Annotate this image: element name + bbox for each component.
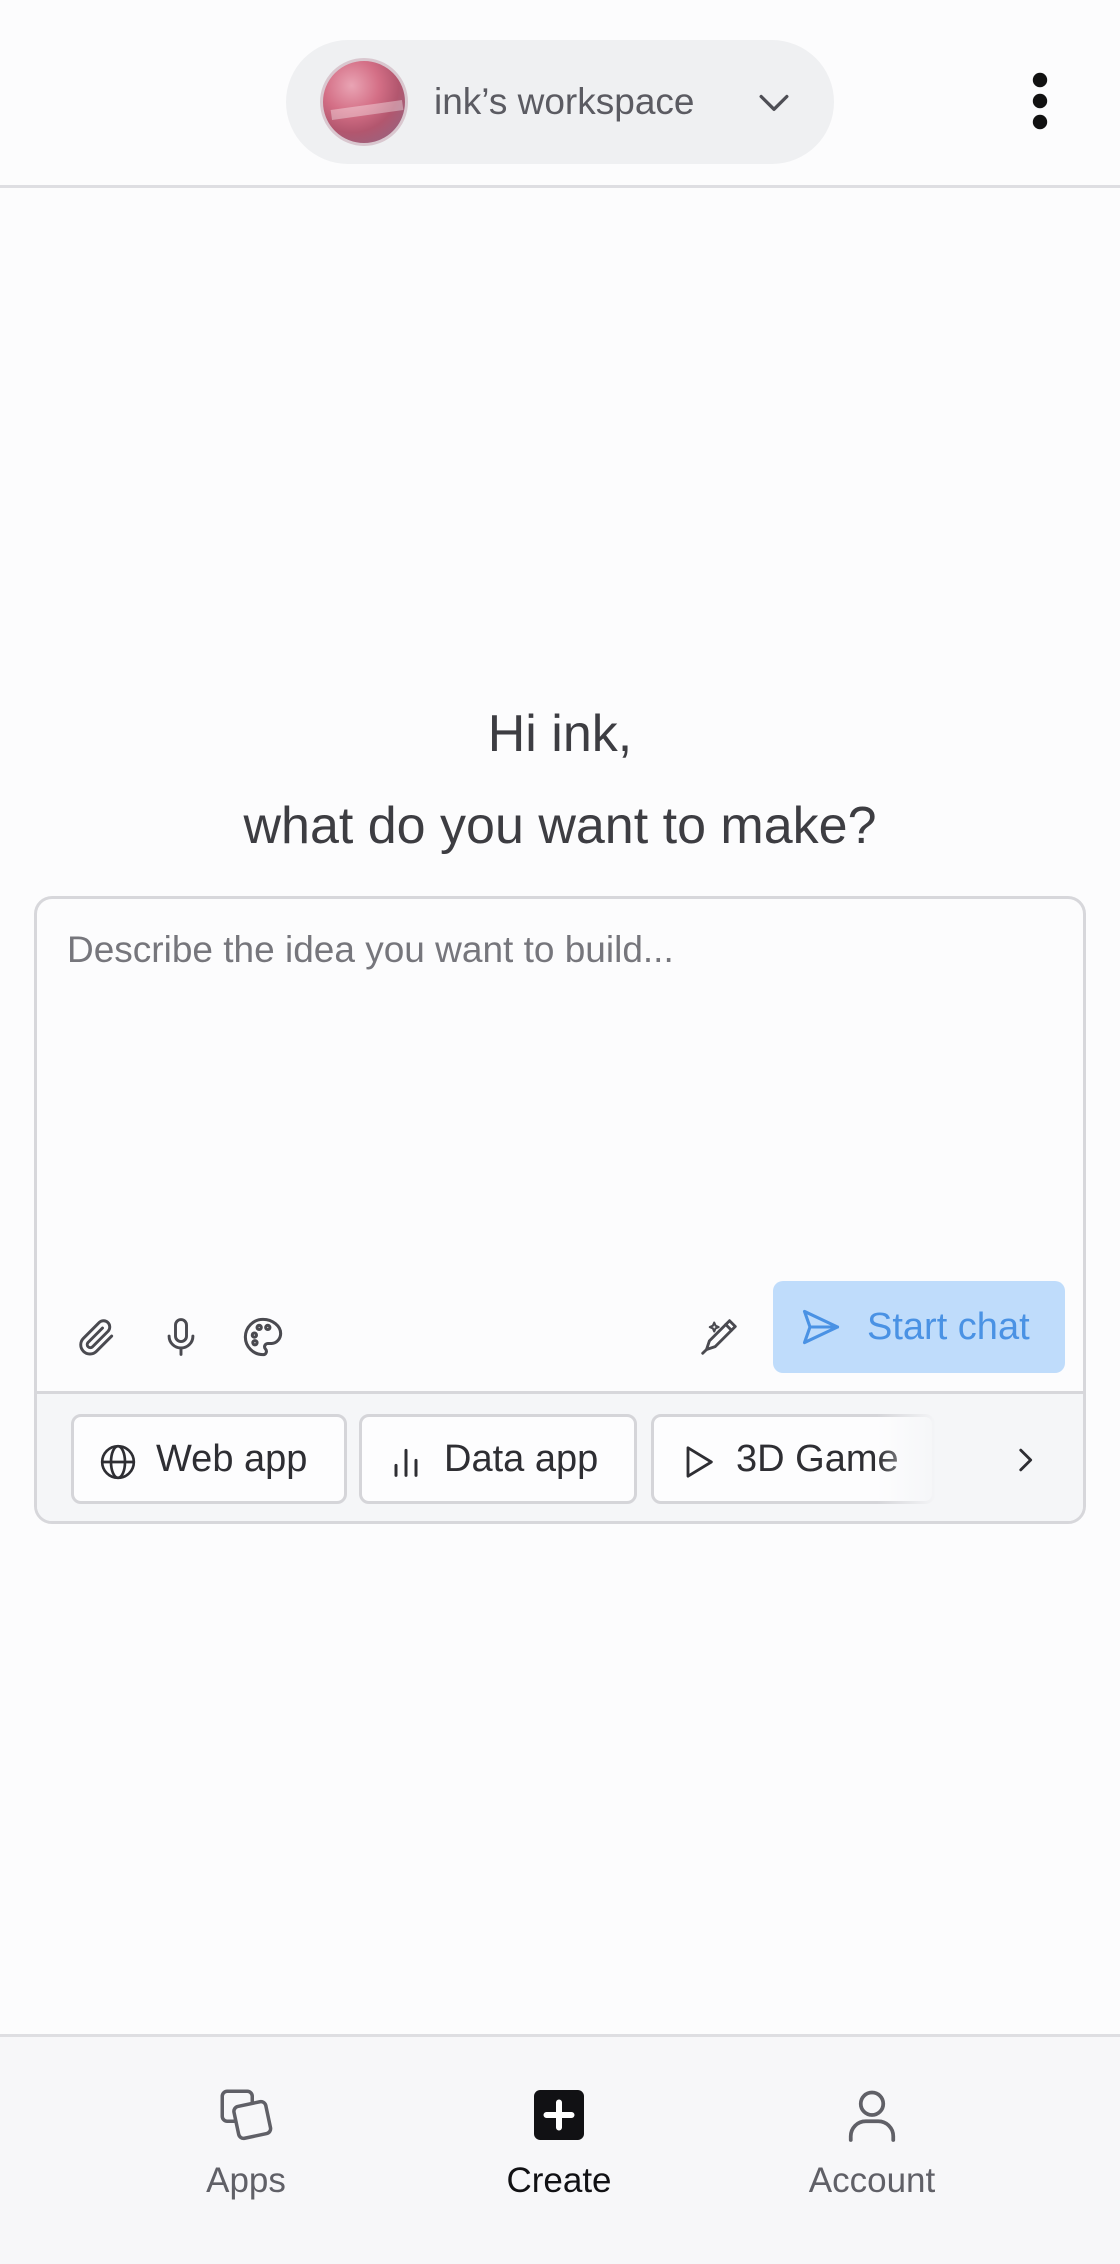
workspace-name: ink’s workspace <box>434 81 695 122</box>
nav-label-create: Create <box>506 2161 612 2200</box>
template-chip-bar: Web app Data app 3D Game <box>37 1391 1083 1521</box>
user-icon <box>848 2090 896 2142</box>
top-header: ink’s workspace <box>0 0 1120 188</box>
start-chat-button[interactable]: Start chat <box>773 1281 1065 1373</box>
paperclip-icon[interactable] <box>69 1309 125 1365</box>
kebab-menu-icon[interactable] <box>1020 70 1060 132</box>
nav-label-account: Account <box>808 2161 936 2200</box>
magic-pen-icon[interactable] <box>691 1309 747 1365</box>
chip-data-app[interactable]: Data app <box>359 1414 637 1504</box>
idea-input[interactable] <box>67 929 1047 1309</box>
microphone-icon[interactable] <box>153 1309 209 1365</box>
bottom-navigation: Apps Create Account <box>0 2034 1120 2264</box>
palette-icon[interactable] <box>235 1309 291 1365</box>
chip-web-app[interactable]: Web app <box>71 1414 347 1504</box>
plus-square-icon <box>534 2090 584 2140</box>
nav-create[interactable]: Create <box>409 2037 709 2237</box>
chip-label: 3D Game <box>736 1438 899 1480</box>
workspace-switcher[interactable]: ink’s workspace <box>286 40 834 164</box>
prompt-composer: Start chat Web app Data app 3D Game <box>34 896 1086 1524</box>
nav-account[interactable]: Account <box>722 2037 1022 2237</box>
chip-scroll-fade <box>877 1414 937 1506</box>
play-icon <box>686 1446 713 1478</box>
start-chat-label: Start chat <box>867 1306 1030 1348</box>
greeting-line-1: Hi ink, <box>487 705 633 763</box>
bar-chart-icon <box>394 1448 418 1477</box>
greeting-line-2: what do you want to make? <box>243 797 877 855</box>
chip-label: Web app <box>156 1438 308 1480</box>
apps-icon <box>220 2089 273 2141</box>
nav-label-apps: Apps <box>206 2161 286 2200</box>
chevron-right-icon[interactable] <box>995 1430 1055 1490</box>
workspace-avatar <box>320 58 408 146</box>
nav-apps[interactable]: Apps <box>96 2037 396 2237</box>
chip-label: Data app <box>444 1438 599 1480</box>
send-icon <box>802 1309 840 1345</box>
globe-icon <box>100 1444 136 1480</box>
chevron-down-icon <box>759 94 789 111</box>
